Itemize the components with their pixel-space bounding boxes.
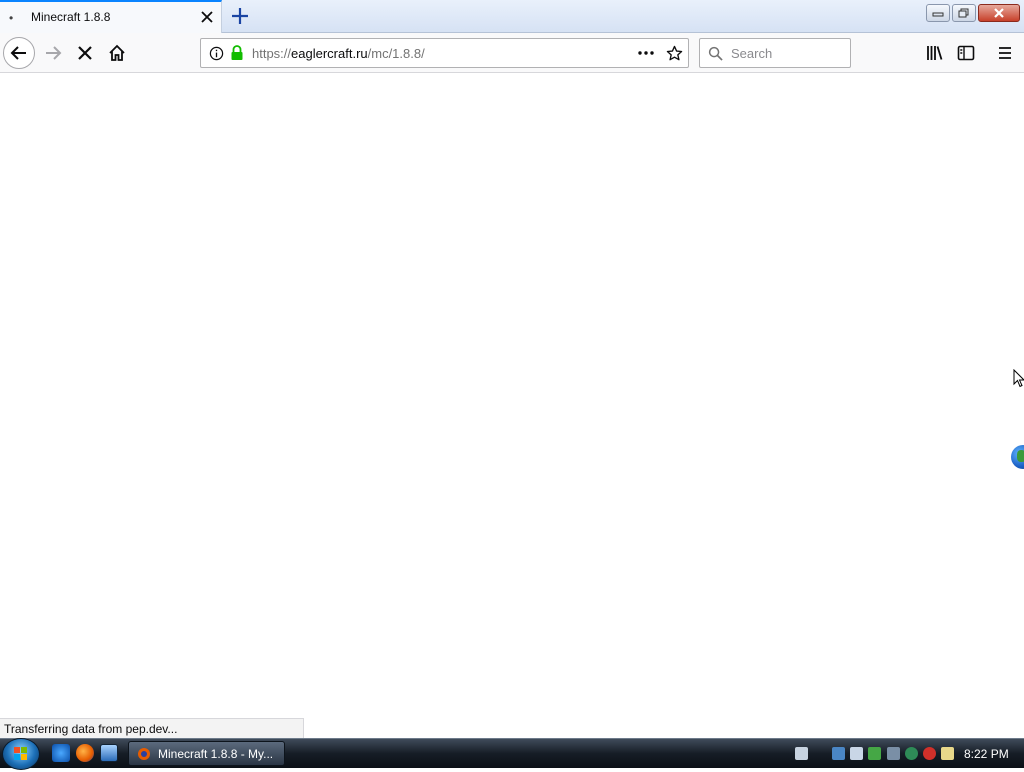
tab-title: Minecraft 1.8.8 [31,10,111,24]
search-icon [708,46,723,61]
network-icon[interactable] [868,747,881,760]
cursor-icon [1013,369,1024,388]
show-desktop-icon[interactable] [100,744,118,762]
library-icon[interactable] [925,43,945,63]
search-bar[interactable]: Search [699,38,851,68]
tab-minecraft[interactable]: • Minecraft 1.8.8 [0,0,222,33]
security-shield-icon[interactable] [905,747,918,760]
search-placeholder: Search [731,46,773,61]
url-bar[interactable]: https://eaglercraft.ru/mc/1.8.8/ [200,38,689,68]
sidebar-icon[interactable] [956,43,976,63]
hamburger-menu-icon[interactable] [995,43,1015,63]
firefox-window-icon [138,748,150,760]
windows-logo-icon [14,747,27,760]
minimize-icon [932,12,944,17]
info-icon[interactable] [209,46,224,61]
tab-strip: • Minecraft 1.8.8 [0,0,1024,33]
plus-icon[interactable] [229,5,251,27]
lock-icon[interactable] [230,45,244,61]
close-icon[interactable] [198,8,216,26]
close-window-button[interactable] [978,4,1020,22]
firefox-icon[interactable] [76,744,94,762]
action-center-icon[interactable] [941,747,954,760]
start-button[interactable] [2,738,40,770]
restore-button[interactable] [952,4,976,22]
forward-arrow-icon [46,46,62,60]
url-host: eaglercraft.ru [291,46,368,61]
windows-taskbar: Minecraft 1.8.8 - My... 8:22 PM [0,738,1024,770]
stop-button[interactable] [69,37,101,69]
status-panel: Transferring data from pep.dev... [0,718,304,738]
tab-loading-dot: • [9,11,14,25]
alert-icon[interactable] [923,747,936,760]
tray-app-icon[interactable] [832,747,845,760]
back-arrow-icon [10,46,26,60]
restore-icon [958,8,969,18]
home-icon [109,44,125,61]
forward-button[interactable] [37,37,69,69]
window-controls [926,4,1020,22]
close-window-icon [994,8,1004,18]
volume-icon[interactable] [850,747,863,760]
home-button[interactable] [101,37,133,69]
url-scheme: https:// [252,46,292,61]
taskbar-window-title: Minecraft 1.8.8 - My... [158,747,274,761]
star-icon[interactable] [666,45,683,62]
page-content[interactable]: Transferring data from pep.dev... [0,74,1024,738]
back-button[interactable] [3,37,35,69]
navigation-toolbar: https://eaglercraft.ru/mc/1.8.8/ Search [0,33,1024,73]
pen-tool-icon[interactable] [795,747,808,760]
stop-loading-icon [78,46,92,60]
network-error-icon[interactable] [887,747,900,760]
internet-explorer-icon[interactable] [52,744,70,762]
status-text: Transferring data from pep.dev... [4,722,178,736]
url-path: /mc/1.8.8/ [367,46,425,61]
taskbar-clock[interactable]: 8:22 PM [964,747,1009,761]
page-actions-icon[interactable] [637,47,655,59]
taskbar-window-minecraft[interactable]: Minecraft 1.8.8 - My... [128,741,285,766]
minimize-button[interactable] [926,4,950,22]
url-text[interactable]: https://eaglercraft.ru/mc/1.8.8/ [252,46,425,61]
globe-icon [1011,445,1024,469]
